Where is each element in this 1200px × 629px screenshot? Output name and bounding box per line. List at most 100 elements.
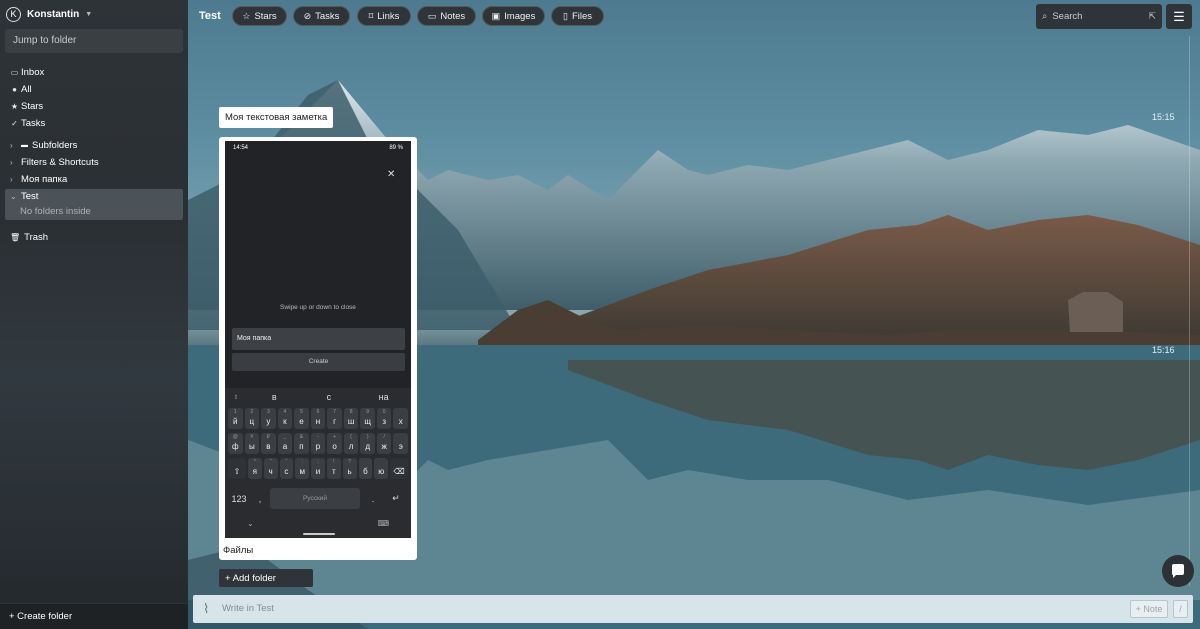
key-label: в [266,442,271,451]
keyboard-key: 0з [376,408,392,429]
sidebar-item-tasks[interactable]: ✓ Tasks [10,116,180,131]
key-label: а [282,442,288,451]
key-hint: ? [348,459,351,465]
swipe-hint: Swipe up or down to close [280,304,356,311]
all-icon: ● [12,85,17,94]
key-label: ф [231,442,239,451]
key-label: э [398,442,403,451]
filter-tasks-button[interactable]: ⊘ Tasks [293,6,350,26]
key-label: ч [268,467,273,476]
sidebar-item-all[interactable]: ● All [10,82,180,97]
sidebar-item-label: All [21,84,32,95]
phone-time: 14:54 [233,145,249,151]
keyboard-key: х [393,408,409,429]
key-label: ь [347,467,352,476]
chevron-right-icon: › [10,175,13,184]
keyboard-key: э [393,433,409,454]
filter-label: Links [377,10,400,22]
key-label: н [315,417,321,426]
add-note-button[interactable]: + Note [1130,600,1168,618]
sidebar-item-label: Stars [21,101,44,112]
keyboard-key: ' с [279,458,294,479]
star-outline-icon: ☆ [242,10,251,21]
keyboard-row: @ ф # ы ₽ в _ а & п - р + о(л) д / ж э [228,433,409,454]
keyboard-key: ; и [311,458,325,479]
keyboard-key: :м [295,458,310,479]
sidebar-item-label: Trash [24,232,49,243]
sidebar-folder-test[interactable]: ⌄ Test [10,189,182,204]
space-key: Русский [270,488,360,509]
key-hint: ' [285,459,287,465]
sidebar-item-label: Inbox [21,67,45,78]
filter-notes-button[interactable]: ▭ Notes [417,6,476,26]
keyboard-key: _ а [277,433,293,454]
add-folder-button[interactable]: + Add folder [219,569,313,587]
key-label: и [315,467,321,476]
open-external-icon[interactable]: ⇱ [1148,11,1156,22]
keyboard-key: 8ш [343,408,359,429]
filter-images-button[interactable]: ▣ Images [482,6,545,26]
sidebar-item-label: Subfolders [32,140,78,151]
page-title: Test [199,10,221,22]
key-label: д [365,442,370,451]
key-label: р [315,442,321,451]
filter-label: Tasks [315,10,340,22]
chat-support-button[interactable] [1162,555,1194,587]
filter-stars-button[interactable]: ☆ Stars [232,6,287,26]
key-label: ж [381,442,387,451]
keyboard-key: 7г [327,408,342,429]
keyboard-key: 6н [310,408,326,429]
filter-files-button[interactable]: ▯ Files [551,6,604,26]
user-menu[interactable]: K Konstantin ▼ [6,6,92,22]
sidebar-folder-my-folder[interactable]: › Моя папка [10,172,182,187]
key-label: ы [248,442,255,451]
text-note[interactable]: Моя текстовая заметка [219,107,334,128]
key-hint: @ [232,434,238,440]
slash-command-button[interactable]: / [1173,600,1188,618]
key-hint: 2 [250,409,254,415]
search-input[interactable]: ⌕ Search ⇱ [1036,4,1162,29]
user-name: Konstantin [27,8,80,20]
sidebar-folder-filters-shortcuts[interactable]: › Filters & Shortcuts [10,155,182,170]
key-label: х [398,417,403,426]
key-hint: 0 [382,409,386,415]
key-hint: ( [350,434,352,440]
keyboard-key: @ ф [228,433,243,454]
keyboard-key: + о [327,433,342,454]
card-caption: Файлы [223,545,254,556]
key-label: л [348,442,354,451]
image-note-card[interactable]: 14:54 89 % ✕ Swipe up or down to close М… [219,137,417,560]
phone-screenshot: 14:54 89 % ✕ Swipe up or down to close М… [225,141,411,538]
key-hint: 9 [366,409,370,415]
key-label: ш [347,417,355,426]
key-hint: 7 [333,409,336,415]
check-circle-icon: ✓ [11,119,18,128]
filter-links-button[interactable]: ⌑ Links [357,6,411,26]
composer-input[interactable]: Write in Test [222,603,274,614]
key-label: г [333,417,337,426]
folder-icon: ▬ [21,142,28,149]
key-hint: * [253,459,256,465]
keyboard-key: -р [310,433,326,454]
key-hint: / [383,434,385,440]
sidebar-item-trash[interactable]: 🗑 Trash [10,230,182,245]
home-indicator [303,533,335,535]
sidebar-item-stars[interactable]: ★ Stars [10,99,180,114]
keyboard-key: 2ц [244,408,260,429]
paperclip-icon[interactable]: ⌇ [203,601,209,617]
key-hint: : [301,459,303,465]
phone-status-bar: 14:54 89 % [233,145,403,154]
key-label: й [233,417,238,426]
key-hint: 3 [266,409,270,415]
sidebar-item-inbox[interactable]: ▭ Inbox [10,65,180,80]
scrollbar[interactable] [1189,36,1197,586]
note-icon: ▭ [427,10,437,21]
jump-to-folder-input[interactable]: Jump to folder [5,29,183,53]
create-folder-button[interactable]: + Create folder [0,603,188,629]
avatar: K [6,6,21,22]
sidebar-folder-subfolders[interactable]: › ▬ Subfolders [10,138,182,153]
period-key: . [371,493,375,504]
menu-button[interactable]: ☰ [1166,4,1192,29]
timestamp: 15:15 [1152,112,1175,122]
key-hint: + [333,434,337,440]
